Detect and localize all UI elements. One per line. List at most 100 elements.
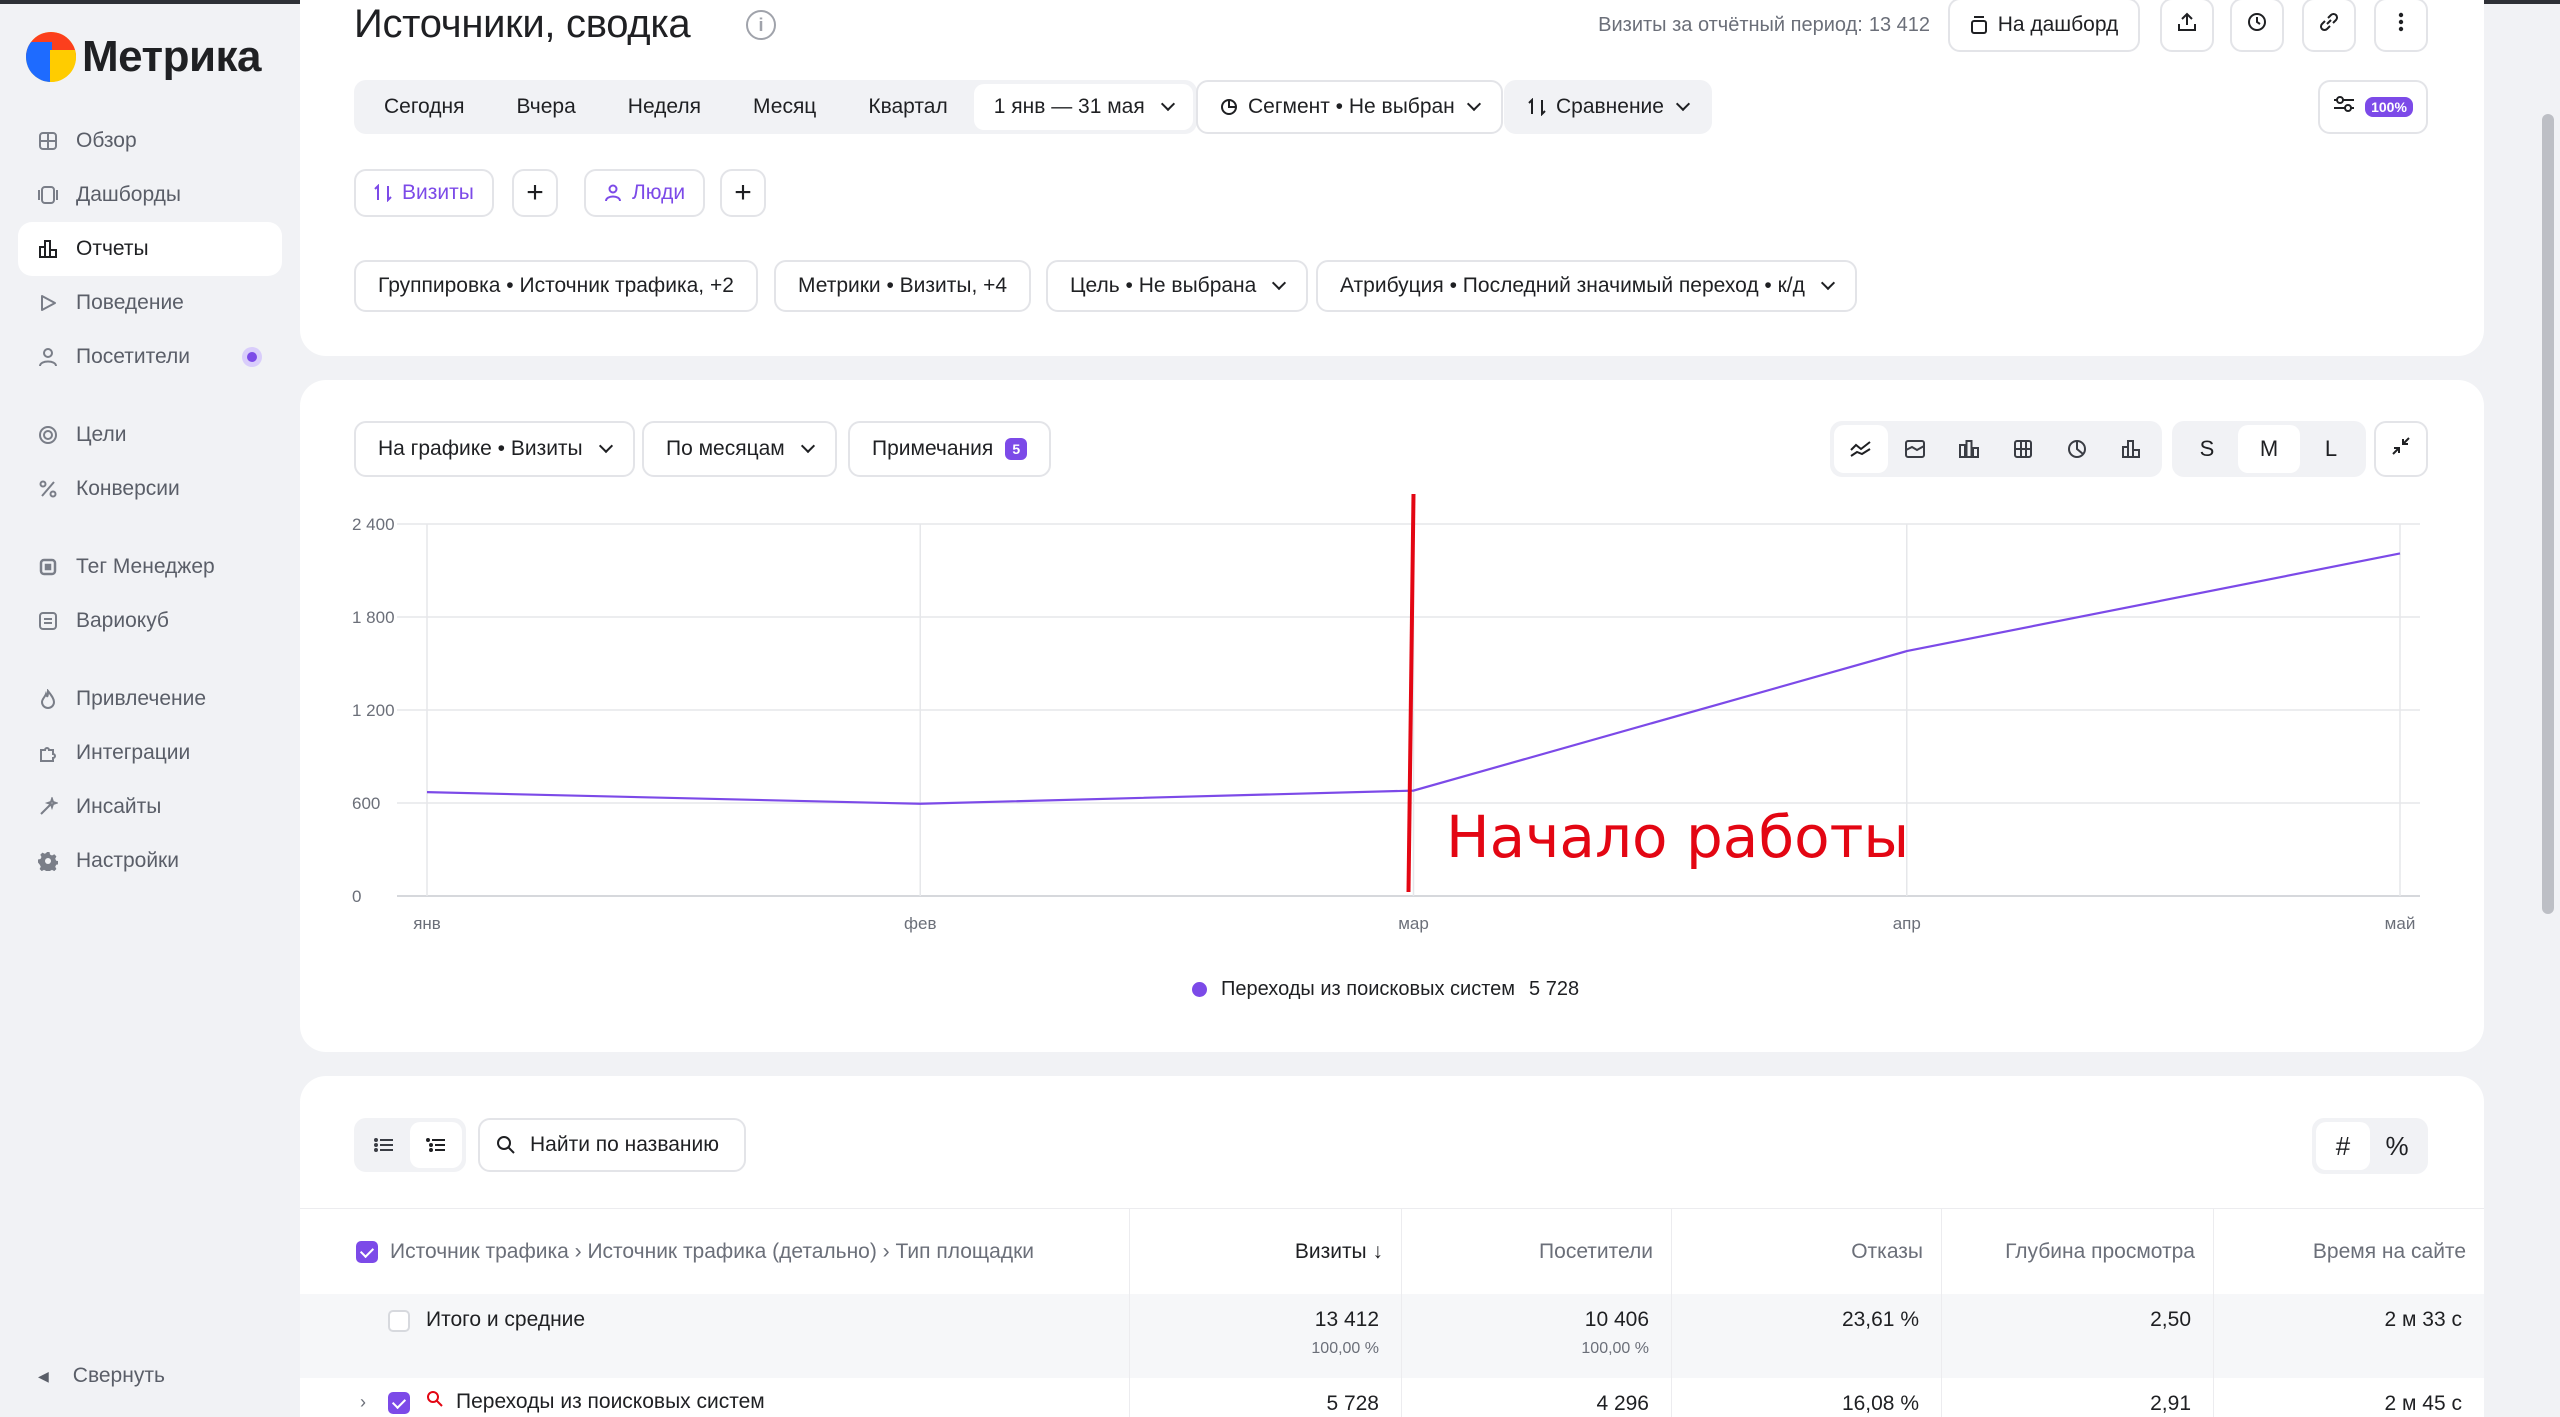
column-header-depth[interactable]: Глубина просмотра [1942, 1209, 2214, 1295]
goal-label: Цель • Не выбрана [1070, 274, 1257, 297]
sidebar-item-variocube[interactable]: Вариокуб [18, 594, 282, 648]
history-button[interactable] [2230, 0, 2284, 52]
sidebar-item-dashboards[interactable]: Дашборды [18, 168, 282, 222]
more-vertical-icon [2398, 12, 2404, 38]
copy-link-button[interactable] [2302, 0, 2356, 52]
chart-metric-label: На графике • Визиты [378, 437, 583, 460]
bar-chart-button[interactable] [2104, 425, 2158, 473]
column-header-time[interactable]: Время на сайте [2214, 1209, 2484, 1295]
attribution-dropdown[interactable]: Атрибуция • Последний значимый переход •… [1316, 260, 1857, 312]
column-header-bounce[interactable]: Отказы [1672, 1209, 1942, 1295]
sidebar-item-label: Настройки [76, 849, 179, 872]
period-yesterday[interactable]: Вчера [490, 84, 601, 130]
legend-series-dot [1192, 982, 1207, 997]
column-chart-button[interactable] [1942, 425, 1996, 473]
stacked-chart-icon [2014, 440, 2032, 458]
line-chart-button[interactable] [1834, 425, 1888, 473]
notes-button[interactable]: Примечания 5 [848, 421, 1052, 477]
detail-period-dropdown[interactable]: По месяцам [642, 421, 837, 477]
table-row[interactable]: › Переходы из поисковых систем 5 728 4 2… [300, 1378, 2484, 1417]
row-checkbox[interactable] [388, 1392, 410, 1414]
percent-values-button[interactable]: % [2370, 1122, 2424, 1170]
sidebar-item-integrations[interactable]: Интеграции [18, 726, 282, 780]
sidebar: Метрика Обзор Дашборды Отчеты Поведение … [0, 4, 298, 1417]
total-row-checkbox[interactable] [388, 1310, 410, 1332]
period-week[interactable]: Неделя [602, 84, 727, 130]
chart-legend[interactable]: Переходы из поисковых систем 5 728 [1192, 978, 1579, 1001]
row-label: Переходы из поисковых систем [456, 1390, 765, 1413]
chevron-down-icon [1272, 275, 1287, 291]
sidebar-item-settings[interactable]: Настройки [18, 834, 282, 888]
sidebar-item-behavior[interactable]: Поведение [18, 276, 282, 330]
sidebar-item-visitors[interactable]: Посетители [18, 330, 282, 384]
expand-chevron-icon[interactable]: › [360, 1392, 366, 1413]
row-time-cell: 2 м 45 с [2214, 1378, 2484, 1417]
search-engine-icon [426, 1390, 444, 1413]
sidebar-item-conversions[interactable]: Конверсии [18, 462, 282, 516]
size-s-button[interactable]: S [2176, 425, 2238, 473]
column-header-visitors[interactable]: Посетители [1402, 1209, 1672, 1295]
period-today[interactable]: Сегодня [358, 84, 490, 130]
collapse-chart-button[interactable] [2374, 421, 2428, 477]
metric-chip-people[interactable]: Люди [584, 169, 706, 217]
column-chart-icon [1959, 440, 1979, 458]
export-button[interactable] [2160, 0, 2214, 52]
notes-label: Примечания [872, 437, 994, 460]
sidebar-item-overview[interactable]: Обзор [18, 114, 282, 168]
metric-chip-visits[interactable]: Визиты [354, 169, 494, 217]
more-button[interactable] [2374, 0, 2428, 52]
add-audience-button[interactable]: + [720, 169, 766, 217]
date-range-value: 1 янв — 31 мая [993, 95, 1145, 118]
accuracy-settings-button[interactable]: 100% [2318, 80, 2428, 134]
size-m-button[interactable]: M [2238, 425, 2300, 473]
sidebar-item-acquisition[interactable]: Привлечение [18, 672, 282, 726]
new-badge-dot [242, 347, 262, 367]
tree-view-button[interactable] [410, 1122, 462, 1168]
segment-dropdown[interactable]: Сегмент • Не выбран [1196, 80, 1503, 134]
date-range-dropdown[interactable]: 1 янв — 31 мая [973, 84, 1193, 130]
sidebar-item-goals[interactable]: Цели [18, 408, 282, 462]
stacked-chart-button[interactable] [1996, 425, 2050, 473]
logo-text: Метрика [82, 32, 262, 81]
chevron-down-icon [598, 438, 613, 454]
comparison-dropdown[interactable]: Сравнение [1504, 80, 1712, 134]
add-metric-button[interactable]: + [512, 169, 558, 217]
total-bounce-value: 23,61 % [1841, 1308, 1919, 1331]
grid-icon [38, 131, 58, 151]
pie-chart-icon [2068, 440, 2086, 458]
period-month[interactable]: Месяц [727, 84, 842, 130]
add-to-dashboard-button[interactable]: На дашборд [1948, 0, 2140, 52]
collapse-sidebar-button[interactable]: ◀ Свернуть [38, 1364, 165, 1388]
legend-series-name: Переходы из поисковых систем [1221, 978, 1516, 1000]
sidebar-item-insights[interactable]: Инсайты [18, 780, 282, 834]
pie-chart-button[interactable] [2050, 425, 2104, 473]
area-chart-button[interactable] [1888, 425, 1942, 473]
select-all-checkbox[interactable] [356, 1241, 378, 1263]
chart-metric-dropdown[interactable]: На графике • Визиты [354, 421, 635, 477]
page-scrollbar[interactable] [2536, 4, 2560, 1417]
flat-view-button[interactable] [358, 1122, 410, 1168]
table-search-input[interactable]: Найти по названию [478, 1118, 746, 1172]
sidebar-item-label: Цели [76, 423, 127, 446]
total-label-cell: Итого и средние [300, 1294, 1130, 1378]
sidebar-item-label: Посетители [76, 345, 190, 368]
absolute-values-button[interactable]: # [2316, 1122, 2370, 1170]
grouping-chip[interactable]: Группировка • Источник трафика, +2 [354, 260, 758, 312]
logo[interactable]: Метрика [26, 32, 262, 82]
column-header-visits[interactable]: Визиты ↓ [1130, 1209, 1402, 1295]
info-icon[interactable]: i [746, 10, 776, 40]
grouping-column-header[interactable]: Источник трафика › Источник трафика (дет… [300, 1209, 1130, 1295]
size-l-button[interactable]: L [2300, 425, 2362, 473]
total-row-label: Итого и средние [426, 1308, 586, 1331]
chart-size-switcher: S M L [2172, 421, 2366, 477]
metrics-chip[interactable]: Метрики • Визиты, +4 [774, 260, 1032, 312]
sidebar-item-reports[interactable]: Отчеты [18, 222, 282, 276]
goal-dropdown[interactable]: Цель • Не выбрана [1046, 260, 1309, 312]
dashboards-icon [38, 185, 58, 205]
scrollbar-thumb[interactable] [2542, 114, 2554, 914]
sidebar-item-tag-manager[interactable]: Тег Менеджер [18, 540, 282, 594]
chevron-down-icon [1160, 96, 1175, 112]
period-quarter[interactable]: Квартал [842, 84, 973, 130]
total-visitors-share: 100,00 % [1581, 1340, 1649, 1357]
sidebar-item-label: Вариокуб [76, 609, 169, 632]
